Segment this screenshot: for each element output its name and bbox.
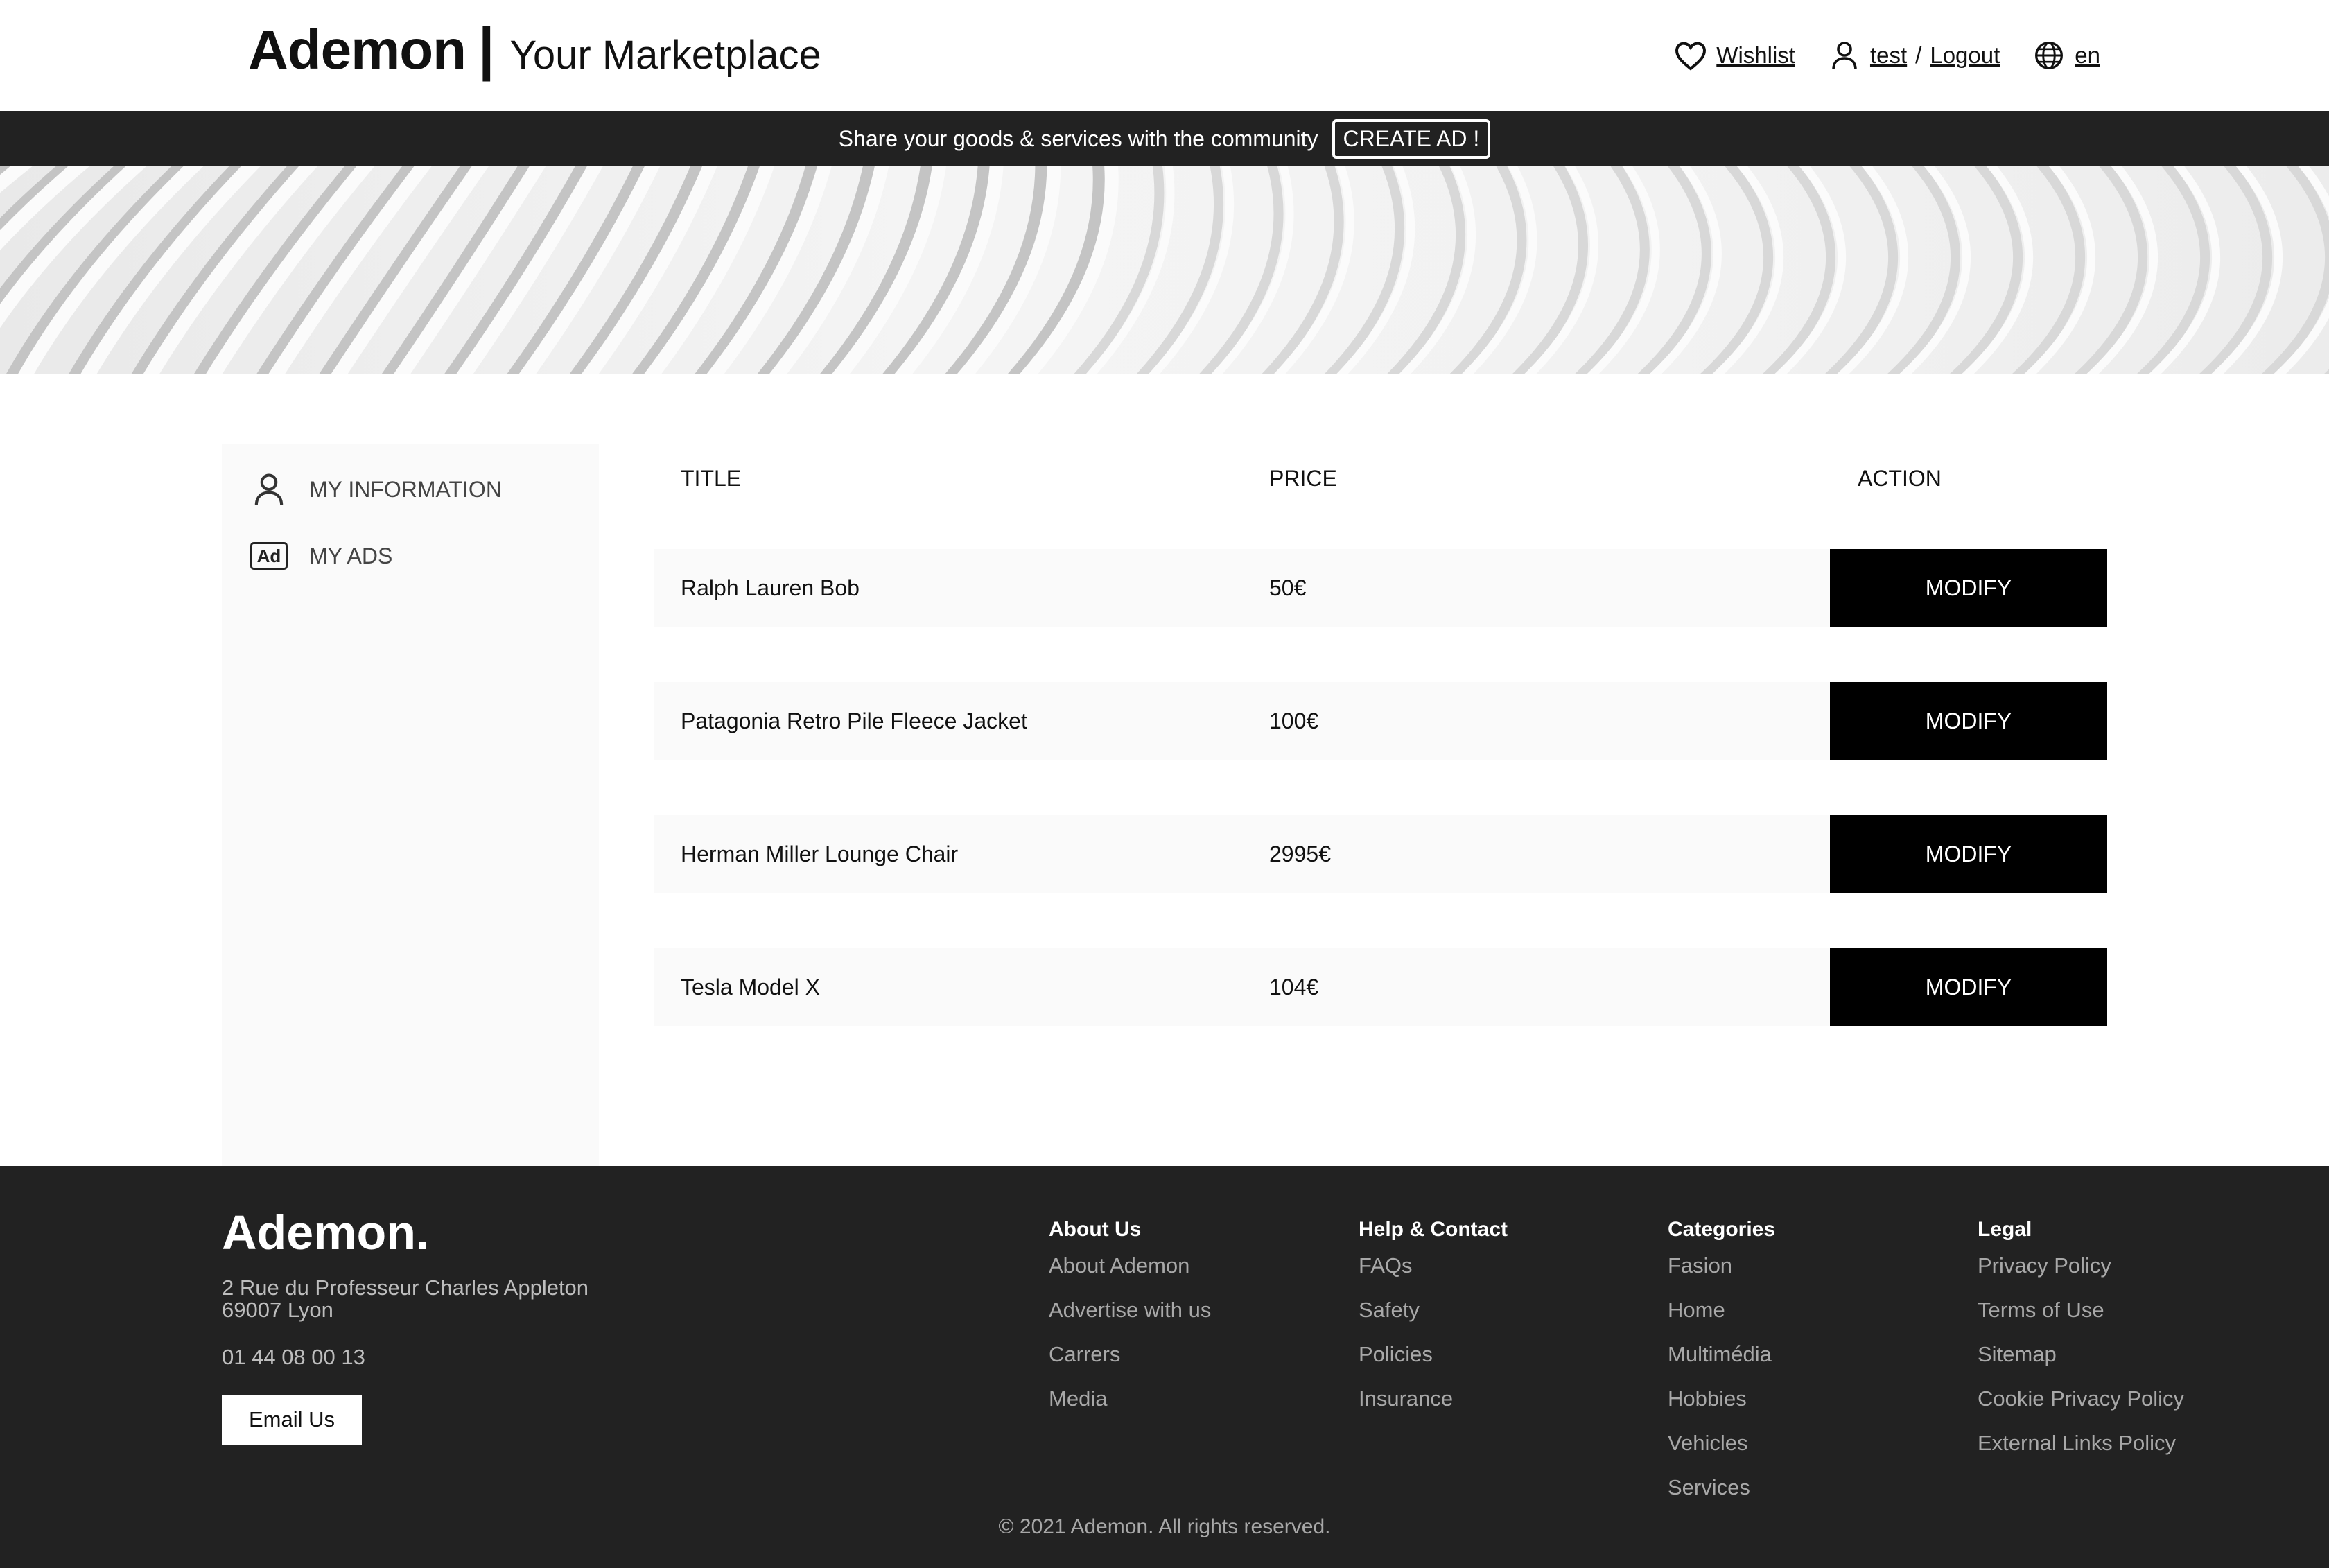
header-nav: Wishlist test / Logout en [1673,36,2100,75]
footer-link[interactable]: Media [1049,1377,1211,1421]
footer-column-heading: Categories [1668,1218,1776,1241]
ad-price: 100€ [1269,708,1319,733]
footer-link[interactable]: Home [1668,1288,1775,1332]
footer-logo[interactable]: Ademon. [222,1205,429,1260]
footer-link[interactable]: FAQs [1359,1244,1508,1288]
address-line: 69007 Lyon [222,1298,333,1322]
column-header-title: TITLE [681,466,742,491]
footer-link[interactable]: Services [1668,1465,1775,1510]
sidebar-item-label: MY ADS [309,543,393,568]
footer-link[interactable]: Sitemap [1978,1332,2184,1377]
brand-separator: | [478,16,495,81]
brand-tagline: Your Marketplace [509,33,821,78]
wishlist-link-group: Wishlist [1673,38,1795,73]
ad-price: 104€ [1269,974,1319,1000]
ad-title: Tesla Model X [681,974,820,1000]
hero-banner [0,166,2329,374]
ad-icon: Ad [250,537,288,575]
table-row: Patagonia Retro Pile Fleece Jacket 100€ … [654,682,2107,760]
table-row: Herman Miller Lounge Chair 2995€ MODIFY [654,815,2107,893]
footer-column-heading: Legal [1978,1218,2032,1241]
modify-button[interactable]: MODIFY [1830,948,2107,1026]
user-icon [250,470,288,509]
user-profile-link[interactable]: test [1870,42,1907,69]
footer-column-legal: Legal Privacy Policy Terms of Use Sitema… [1978,1216,2184,1465]
site-footer: Ademon. 2 Rue du Professeur Charles Appl… [0,1166,2329,1568]
column-header-action: ACTION [1858,466,1942,491]
ad-price: 50€ [1269,575,1307,600]
ad-price: 2995€ [1269,841,1331,866]
account-sidebar: MY INFORMATION Ad MY ADS [222,444,599,1166]
create-ad-button[interactable]: CREATE AD ! [1332,119,1491,159]
footer-link[interactable]: External Links Policy [1978,1421,2184,1465]
language-selector[interactable]: en [2075,42,2100,69]
column-header-price: PRICE [1269,466,1337,491]
heart-icon[interactable] [1673,38,1708,73]
footer-link[interactable]: Terms of Use [1978,1288,2184,1332]
modify-button[interactable]: MODIFY [1830,549,2107,627]
footer-link[interactable]: Insurance [1359,1377,1508,1421]
language-group: en [2032,38,2100,73]
footer-link[interactable]: Carrers [1049,1332,1211,1377]
footer-link[interactable]: About Ademon [1049,1244,1211,1288]
modify-button[interactable]: MODIFY [1830,815,2107,893]
footer-link[interactable]: Privacy Policy [1978,1244,2184,1288]
banner-rib [0,166,137,314]
table-row: Tesla Model X 104€ MODIFY [654,948,2107,1026]
footer-column-help: Help & Contact FAQs Safety Policies Insu… [1359,1216,1508,1421]
footer-column-about: About Us About Ademon Advertise with us … [1049,1216,1211,1421]
address-line: 2 Rue du Professeur Charles Appleton [222,1275,589,1300]
footer-link[interactable]: Advertise with us [1049,1288,1211,1332]
sidebar-item-label: MY INFORMATION [309,476,502,502]
footer-link[interactable]: Hobbies [1668,1377,1775,1421]
promo-text: Share your goods & services with the com… [838,125,1318,151]
footer-column-categories: Categories Fasion Home Multimédia Hobbie… [1668,1216,1775,1510]
footer-address: 2 Rue du Professeur Charles Appleton 690… [222,1277,588,1321]
brand-name: Ademon [248,19,466,80]
footer-link[interactable]: Safety [1359,1288,1508,1332]
footer-link[interactable]: Multimédia [1668,1332,1775,1377]
logout-link[interactable]: Logout [1930,42,2000,69]
wishlist-link[interactable]: Wishlist [1716,42,1795,69]
footer-link[interactable]: Vehicles [1668,1421,1775,1465]
brand[interactable]: Ademon | Your Marketplace [248,15,821,82]
ad-title: Herman Miller Lounge Chair [681,841,959,866]
sidebar-item-my-information[interactable]: MY INFORMATION [250,470,502,509]
separator: / [1915,42,1922,68]
account-group: test / Logout [1827,38,2000,73]
copyright: © 2021 Ademon. All rights reserved. [998,1515,1331,1538]
footer-column-heading: About Us [1049,1218,1142,1241]
sidebar-item-my-ads[interactable]: Ad MY ADS [250,537,392,575]
email-us-button[interactable]: Email Us [222,1395,362,1445]
globe-icon[interactable] [2032,38,2066,73]
user-icon [1827,38,1862,73]
ad-title: Ralph Lauren Bob [681,575,860,600]
footer-column-heading: Help & Contact [1359,1218,1508,1241]
ad-title: Patagonia Retro Pile Fleece Jacket [681,708,1027,733]
footer-link[interactable]: Policies [1359,1332,1508,1377]
modify-button[interactable]: MODIFY [1830,682,2107,760]
footer-link[interactable]: Cookie Privacy Policy [1978,1377,2184,1421]
promo-bar: Share your goods & services with the com… [0,111,2329,166]
site-header: Ademon | Your Marketplace Wishlist test … [0,0,2329,111]
table-row: Ralph Lauren Bob 50€ MODIFY [654,549,2107,627]
footer-phone: 01 44 08 00 13 [222,1345,365,1369]
banner-pattern [0,166,2329,374]
footer-link[interactable]: Fasion [1668,1244,1775,1288]
